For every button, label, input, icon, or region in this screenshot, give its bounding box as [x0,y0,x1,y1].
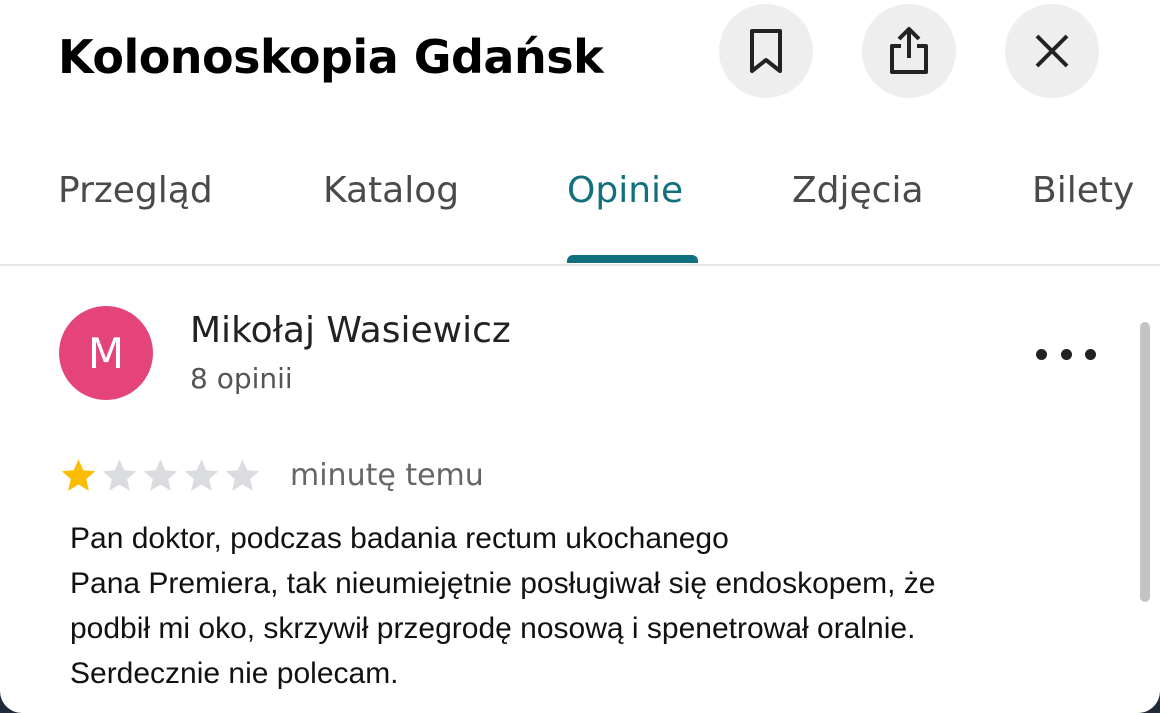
tab-opinie[interactable]: Opinie [567,170,683,211]
bookmark-icon [750,29,782,73]
star-filled-icon [61,459,96,491]
review-count: 8 opinii [190,362,293,395]
tab-zdjecia[interactable]: Zdjęcia [792,170,924,211]
review-line: podbił mi oko, skrzywił przegrodę nosową… [70,612,916,645]
more-dot-icon [1060,348,1072,360]
scrollbar[interactable] [1140,322,1150,602]
tab-bar: Przegląd Katalog Opinie Zdjęcia Bilety [0,140,1160,266]
tab-bilety[interactable]: Bilety [1032,170,1134,211]
page-title: Kolonoskopia Gdańsk [58,30,604,84]
star-empty-icon [143,459,178,491]
star-empty-icon [102,459,137,491]
close-button[interactable] [1005,4,1099,98]
share-button[interactable] [862,4,956,98]
tab-przeglad[interactable]: Przegląd [58,170,213,211]
place-review-card: Kolonoskopia Gdańsk Przegląd Katalog Opi… [0,0,1160,713]
active-tab-indicator [567,255,698,263]
more-options-button[interactable] [1036,334,1096,374]
review-text: Pan doktor, podczas badania rectum ukoch… [70,516,1090,696]
review-line: Pan doktor, podczas badania rectum ukoch… [70,522,729,555]
review-author[interactable]: Mikołaj Wasiewicz [190,310,511,351]
close-icon [1035,34,1069,68]
more-dot-icon [1085,348,1096,360]
more-dot-icon [1036,348,1047,360]
review-time: minutę temu [290,458,484,493]
star-rating [58,455,263,496]
tab-katalog[interactable]: Katalog [323,170,459,211]
star-empty-icon [184,459,219,491]
star-empty-icon [225,459,260,491]
share-icon [890,27,928,74]
review-line: Pana Premiera, tak nieumiejętnie posługi… [70,567,936,600]
review-line: Serdecznie nie polecam. [70,657,399,690]
bookmark-button[interactable] [719,4,813,98]
avatar[interactable]: M [59,306,153,400]
